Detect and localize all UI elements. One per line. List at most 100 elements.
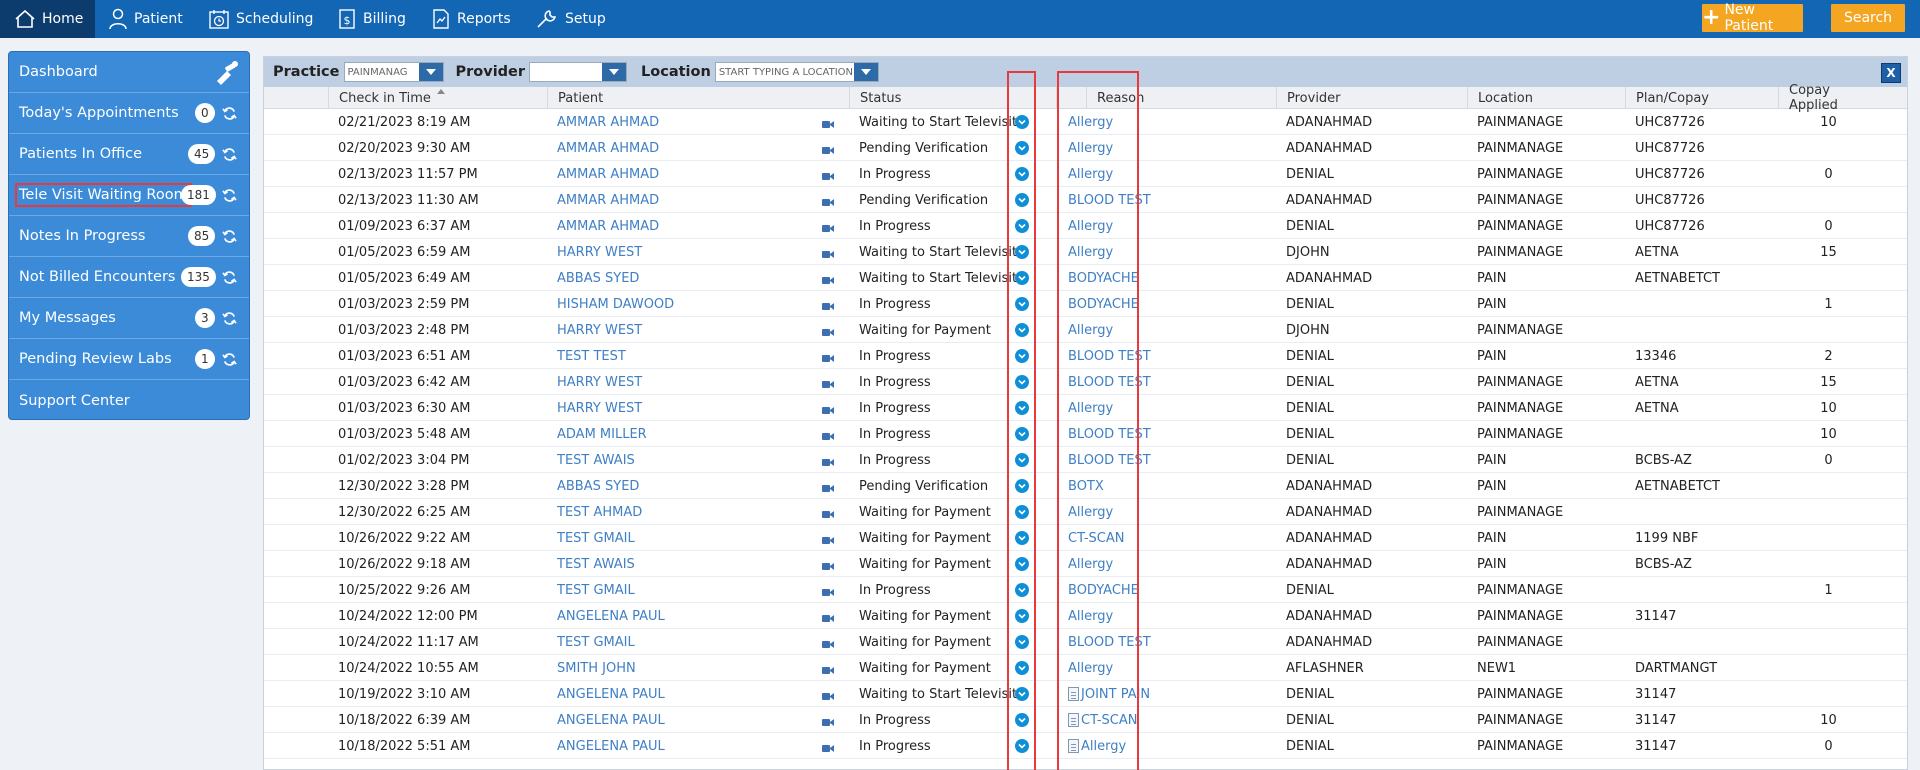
cell-reason[interactable]: BLOOD TEST bbox=[1068, 629, 1178, 655]
table-row[interactable]: 10/24/2022 10:55 AM SMITH JOHN Waiting for… bbox=[264, 655, 1907, 681]
cell-patient[interactable]: TEST AWAIS bbox=[557, 551, 757, 577]
video-camera-icon[interactable] bbox=[822, 352, 834, 362]
cell-reason[interactable]: BODYACHE bbox=[1068, 265, 1178, 291]
cell-reason[interactable]: BLOOD TEST bbox=[1068, 343, 1178, 369]
row-action-dropdown-icon[interactable] bbox=[1015, 323, 1029, 337]
column-header-provider[interactable]: Provider bbox=[1276, 87, 1467, 109]
video-camera-icon[interactable] bbox=[822, 222, 834, 232]
video-camera-icon[interactable] bbox=[822, 404, 834, 414]
document-icon[interactable] bbox=[1068, 687, 1079, 701]
cell-reason[interactable]: Allergy bbox=[1068, 395, 1178, 421]
cell-reason[interactable]: Allergy bbox=[1068, 603, 1178, 629]
cell-patient[interactable]: SMITH JOHN bbox=[557, 655, 757, 681]
video-camera-icon[interactable] bbox=[822, 508, 834, 518]
cell-patient[interactable]: AMMAR AHMAD bbox=[557, 187, 757, 213]
nav-scheduling[interactable]: Scheduling bbox=[208, 0, 313, 38]
row-action-dropdown-icon[interactable] bbox=[1015, 219, 1029, 233]
row-action-dropdown-icon[interactable] bbox=[1015, 557, 1029, 571]
table-row[interactable]: 01/03/2023 6:42 AM HARRY WEST In Progress B… bbox=[264, 369, 1907, 395]
row-action-dropdown-icon[interactable] bbox=[1015, 661, 1029, 675]
table-row[interactable]: 10/24/2022 11:17 AM TEST GMAIL Waiting for… bbox=[264, 629, 1907, 655]
cell-patient[interactable]: HISHAM DAWOOD bbox=[557, 291, 757, 317]
sidebar-item-todays-appointments[interactable]: Today's Appointments 0 bbox=[9, 93, 249, 134]
column-header-status[interactable]: Status bbox=[849, 87, 1056, 109]
sidebar-item-patients-in-office[interactable]: Patients In Office 45 bbox=[9, 134, 249, 175]
cell-reason[interactable]: Allergy bbox=[1068, 213, 1178, 239]
table-row[interactable]: 01/09/2023 6:37 AM AMMAR AHMAD In Progress… bbox=[264, 213, 1907, 239]
table-row[interactable]: 01/03/2023 6:30 AM HARRY WEST In Progress A… bbox=[264, 395, 1907, 421]
cell-patient[interactable]: HARRY WEST bbox=[557, 317, 757, 343]
refresh-icon[interactable] bbox=[222, 352, 237, 367]
table-row[interactable]: 01/03/2023 2:48 PM HARRY WEST Waiting for … bbox=[264, 317, 1907, 343]
table-row[interactable]: 10/24/2022 12:00 PM ANGELENA PAUL Waiting … bbox=[264, 603, 1907, 629]
video-camera-icon[interactable] bbox=[822, 430, 834, 440]
cell-patient[interactable]: TEST AWAIS bbox=[557, 447, 757, 473]
row-action-dropdown-icon[interactable] bbox=[1015, 583, 1029, 597]
video-camera-icon[interactable] bbox=[822, 560, 834, 570]
cell-reason[interactable]: Allergy bbox=[1068, 733, 1178, 759]
table-row[interactable]: 10/18/2022 5:51 AM ANGELENA PAUL In Progre… bbox=[264, 733, 1907, 759]
practice-select[interactable]: PAINMANAG bbox=[343, 62, 444, 82]
video-camera-icon[interactable] bbox=[822, 170, 834, 180]
row-action-dropdown-icon[interactable] bbox=[1015, 479, 1029, 493]
row-action-dropdown-icon[interactable] bbox=[1015, 115, 1029, 129]
row-action-dropdown-icon[interactable] bbox=[1015, 141, 1029, 155]
cell-reason[interactable]: BLOOD TEST bbox=[1068, 447, 1178, 473]
row-action-dropdown-icon[interactable] bbox=[1015, 297, 1029, 311]
cell-reason[interactable]: CT-SCAN bbox=[1068, 707, 1178, 733]
refresh-icon[interactable] bbox=[222, 270, 237, 285]
table-row[interactable]: 10/26/2022 9:18 AM TEST AWAIS Waiting for … bbox=[264, 551, 1907, 577]
table-row[interactable]: 01/03/2023 2:59 PM HISHAM DAWOOD In Progre… bbox=[264, 291, 1907, 317]
cell-patient[interactable]: AMMAR AHMAD bbox=[557, 161, 757, 187]
document-icon[interactable] bbox=[1068, 739, 1079, 753]
video-camera-icon[interactable] bbox=[822, 456, 834, 466]
refresh-icon[interactable] bbox=[222, 188, 237, 203]
nav-billing[interactable]: $ Billing bbox=[337, 0, 406, 38]
cell-patient[interactable]: ANGELENA PAUL bbox=[557, 733, 757, 759]
column-header-patient[interactable]: Patient bbox=[547, 87, 849, 109]
cell-reason[interactable]: Allergy bbox=[1068, 135, 1178, 161]
cell-patient[interactable]: TEST TEST bbox=[557, 343, 757, 369]
cell-reason[interactable]: Allergy bbox=[1068, 161, 1178, 187]
row-action-dropdown-icon[interactable] bbox=[1015, 401, 1029, 415]
export-excel-icon[interactable]: X bbox=[1881, 63, 1901, 83]
video-camera-icon[interactable] bbox=[822, 248, 834, 258]
refresh-icon[interactable] bbox=[222, 311, 237, 326]
video-camera-icon[interactable] bbox=[822, 196, 834, 206]
sidebar-item-pending-review-labs[interactable]: Pending Review Labs 1 bbox=[9, 339, 249, 380]
cell-patient[interactable]: ABBAS SYED bbox=[557, 473, 757, 499]
row-action-dropdown-icon[interactable] bbox=[1015, 167, 1029, 181]
video-camera-icon[interactable] bbox=[822, 534, 834, 544]
video-camera-icon[interactable] bbox=[822, 638, 834, 648]
nav-home[interactable]: Home bbox=[0, 0, 95, 38]
cell-reason[interactable]: BLOOD TEST bbox=[1068, 369, 1178, 395]
cell-patient[interactable]: ABBAS SYED bbox=[557, 265, 757, 291]
video-camera-icon[interactable] bbox=[822, 482, 834, 492]
row-action-dropdown-icon[interactable] bbox=[1015, 609, 1029, 623]
dashboard-customize-icon[interactable] bbox=[213, 61, 239, 85]
cell-patient[interactable]: TEST GMAIL bbox=[557, 629, 757, 655]
cell-reason[interactable]: BODYACHE bbox=[1068, 291, 1178, 317]
row-action-dropdown-icon[interactable] bbox=[1015, 453, 1029, 467]
row-action-dropdown-icon[interactable] bbox=[1015, 687, 1029, 701]
video-camera-icon[interactable] bbox=[822, 586, 834, 596]
video-camera-icon[interactable] bbox=[822, 690, 834, 700]
refresh-icon[interactable] bbox=[222, 106, 237, 121]
table-row[interactable]: 10/18/2022 6:39 AM ANGELENA PAUL In Progre… bbox=[264, 707, 1907, 733]
cell-reason[interactable]: Allergy bbox=[1068, 655, 1178, 681]
column-header-check-in-time[interactable]: Check in Time bbox=[328, 87, 547, 109]
row-action-dropdown-icon[interactable] bbox=[1015, 713, 1029, 727]
table-row[interactable]: 10/25/2022 9:26 AM TEST GMAIL In Progress B… bbox=[264, 577, 1907, 603]
row-action-dropdown-icon[interactable] bbox=[1015, 739, 1029, 753]
provider-select[interactable] bbox=[529, 62, 628, 82]
cell-reason[interactable]: BLOOD TEST bbox=[1068, 187, 1178, 213]
row-action-dropdown-icon[interactable] bbox=[1015, 193, 1029, 207]
cell-reason[interactable]: BLOOD TEST bbox=[1068, 421, 1178, 447]
row-action-dropdown-icon[interactable] bbox=[1015, 245, 1029, 259]
video-camera-icon[interactable] bbox=[822, 378, 834, 388]
cell-patient[interactable]: TEST GMAIL bbox=[557, 577, 757, 603]
sidebar-item-not-billed-encounters[interactable]: Not Billed Encounters 135 bbox=[9, 257, 249, 298]
table-row[interactable]: 01/05/2023 6:49 AM ABBAS SYED Waiting to S… bbox=[264, 265, 1907, 291]
row-action-dropdown-icon[interactable] bbox=[1015, 531, 1029, 545]
cell-patient[interactable]: AMMAR AHMAD bbox=[557, 135, 757, 161]
